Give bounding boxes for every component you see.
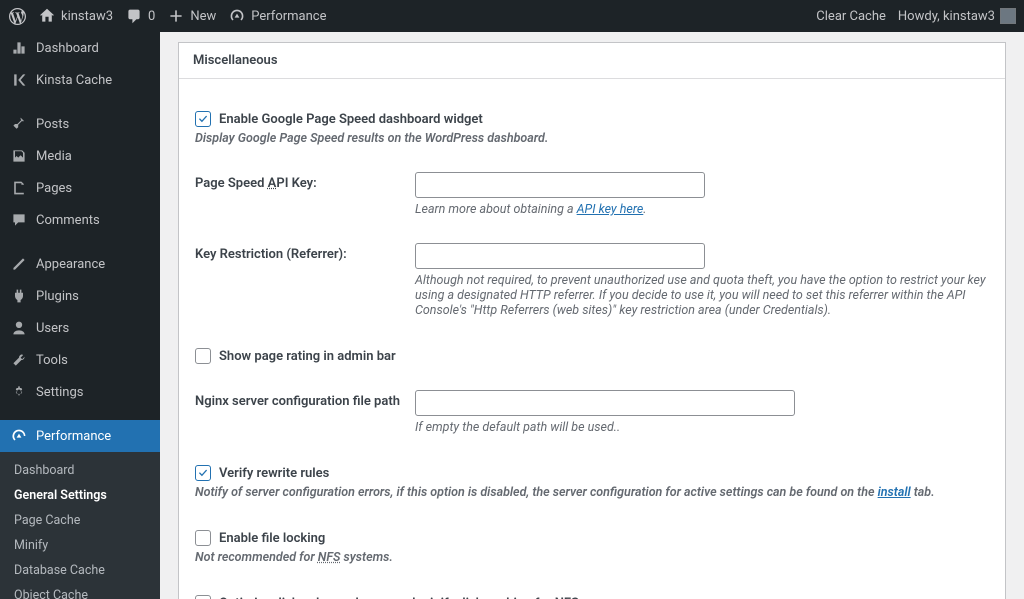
menu-users[interactable]: Users [0,312,160,344]
adminbar-site-name-text: kinstaw3 [61,9,113,24]
performance-submenu: DashboardGeneral SettingsPage CacheMinif… [0,452,160,599]
menu-label-pages: Pages [36,181,72,196]
enable-pagespeed-desc: Display Google Page Speed results on the… [195,131,979,146]
menu-tools[interactable]: Tools [0,344,160,376]
enable-pagespeed-checkbox[interactable] [195,111,211,127]
menu-label-appearance: Appearance [36,257,105,272]
menu-pages[interactable]: Pages [0,172,160,204]
kinsta-icon [10,71,28,89]
menu-plugins[interactable]: Plugins [0,280,160,312]
tools-icon [10,351,28,369]
sub-page-cache[interactable]: Page Cache [0,508,160,533]
menu-label-comments: Comments [36,213,100,228]
nginx-path-label: Nginx server configuration file path [195,394,400,409]
section-heading-miscellaneous: Miscellaneous [179,43,1005,79]
menu-media[interactable]: Media [0,140,160,172]
menu-label-settings: Settings [36,385,83,400]
key-restriction-desc: Although not required, to prevent unauth… [415,273,989,318]
nginx-path-desc: If empty the default path will be used.. [415,420,989,435]
optimize-disk-checkbox[interactable] [195,595,211,599]
menu-label-plugins: Plugins [36,289,79,304]
adminbar-wp-logo[interactable] [8,7,26,25]
api-key-label: Page Speed API Key: [195,176,317,191]
adminbar-howdy[interactable]: Howdy, kinstaw3 [898,8,1016,24]
menu-dashboard[interactable]: Dashboard [0,32,160,64]
gauge-icon [228,7,246,25]
menu-label-dashboard: Dashboard [36,41,99,56]
menu-label-media: Media [36,149,72,164]
dashboard-icon [10,39,28,57]
sub-general-settings[interactable]: General Settings [0,483,160,508]
performance-icon [10,427,28,445]
sub-minify[interactable]: Minify [0,533,160,558]
api-key-link[interactable]: API key here [577,202,644,217]
menu-appearance[interactable]: Appearance [0,248,160,280]
menu-posts[interactable]: Posts [0,108,160,140]
verify-rewrite-checkbox[interactable] [195,465,211,481]
content-area: Miscellaneous Enable Google Page Speed d… [160,32,1024,599]
show-admin-bar-text: Show page rating in admin bar [219,349,396,364]
file-locking-text: Enable file locking [219,531,325,546]
verify-rewrite-desc: Notify of server configuration errors, i… [195,485,979,500]
file-locking-desc: Not recommended for NFS systems. [195,550,979,565]
appearance-icon [10,255,28,273]
menu-settings[interactable]: Settings [0,376,160,408]
sub-object-cache[interactable]: Object Cache [0,583,160,599]
media-icon [10,147,28,165]
menu-label-users: Users [36,321,69,336]
admin-sidebar: Dashboard Kinsta Cache Posts Media Pages Comm… [0,32,160,599]
adminbar-comments[interactable]: 0 [125,7,155,25]
pin-icon [10,115,28,133]
install-tab-link[interactable]: install [878,485,911,500]
file-locking-checkbox-label[interactable]: Enable file locking [195,530,979,546]
show-admin-bar-checkbox-label[interactable]: Show page rating in admin bar [195,348,979,364]
verify-rewrite-checkbox-label[interactable]: Verify rewrite rules [195,465,979,481]
enable-pagespeed-checkbox-label[interactable]: Enable Google Page Speed dashboard widge… [195,111,979,127]
menu-performance[interactable]: Performance [0,420,160,452]
menu-label-posts: Posts [36,117,69,132]
verify-rewrite-text: Verify rewrite rules [219,466,329,481]
plugin-icon [10,287,28,305]
api-key-input[interactable] [415,172,705,198]
optimize-disk-text: Optimize disk enhanced page and minify d… [219,596,579,599]
user-icon [10,319,28,337]
menu-label-performance: Performance [36,429,111,444]
menu-separator [0,96,160,108]
plus-icon [167,7,185,25]
avatar-icon [1000,8,1016,24]
sub-dashboard[interactable]: Dashboard [0,458,160,483]
comment-icon [125,7,143,25]
optimize-disk-checkbox-label[interactable]: Optimize disk enhanced page and minify d… [195,595,979,599]
home-icon [38,7,56,25]
file-locking-checkbox[interactable] [195,530,211,546]
miscellaneous-postbox: Miscellaneous Enable Google Page Speed d… [178,42,1006,599]
admin-bar: kinstaw3 0 New Performance Clear Cache H… [0,0,1024,32]
enable-pagespeed-text: Enable Google Page Speed dashboard widge… [219,112,483,127]
adminbar-performance-label: Performance [251,9,326,24]
admin-menu: Dashboard Kinsta Cache Posts Media Pages Comm… [0,32,160,452]
adminbar-howdy-label: Howdy, kinstaw3 [898,9,995,24]
page-icon [10,179,28,197]
adminbar-site-name[interactable]: kinstaw3 [38,7,113,25]
key-restriction-label: Key Restriction (Referrer): [195,247,347,262]
menu-separator [0,236,160,248]
settings-icon [10,383,28,401]
show-admin-bar-checkbox[interactable] [195,348,211,364]
api-key-desc: Learn more about obtaining a API key her… [415,202,989,217]
adminbar-clear-cache[interactable]: Clear Cache [816,9,886,24]
key-restriction-input[interactable] [415,243,705,269]
adminbar-comments-count: 0 [148,9,155,24]
sub-database-cache[interactable]: Database Cache [0,558,160,583]
wordpress-logo-icon [8,7,26,25]
menu-label-kinsta-cache: Kinsta Cache [36,73,112,88]
adminbar-new[interactable]: New [167,7,216,25]
menu-kinsta-cache[interactable]: Kinsta Cache [0,64,160,96]
adminbar-performance[interactable]: Performance [228,7,326,25]
menu-separator [0,408,160,420]
menu-label-tools: Tools [36,353,68,368]
menu-comments[interactable]: Comments [0,204,160,236]
comment-icon [10,211,28,229]
adminbar-new-label: New [190,9,216,24]
nginx-path-input[interactable] [415,390,795,416]
